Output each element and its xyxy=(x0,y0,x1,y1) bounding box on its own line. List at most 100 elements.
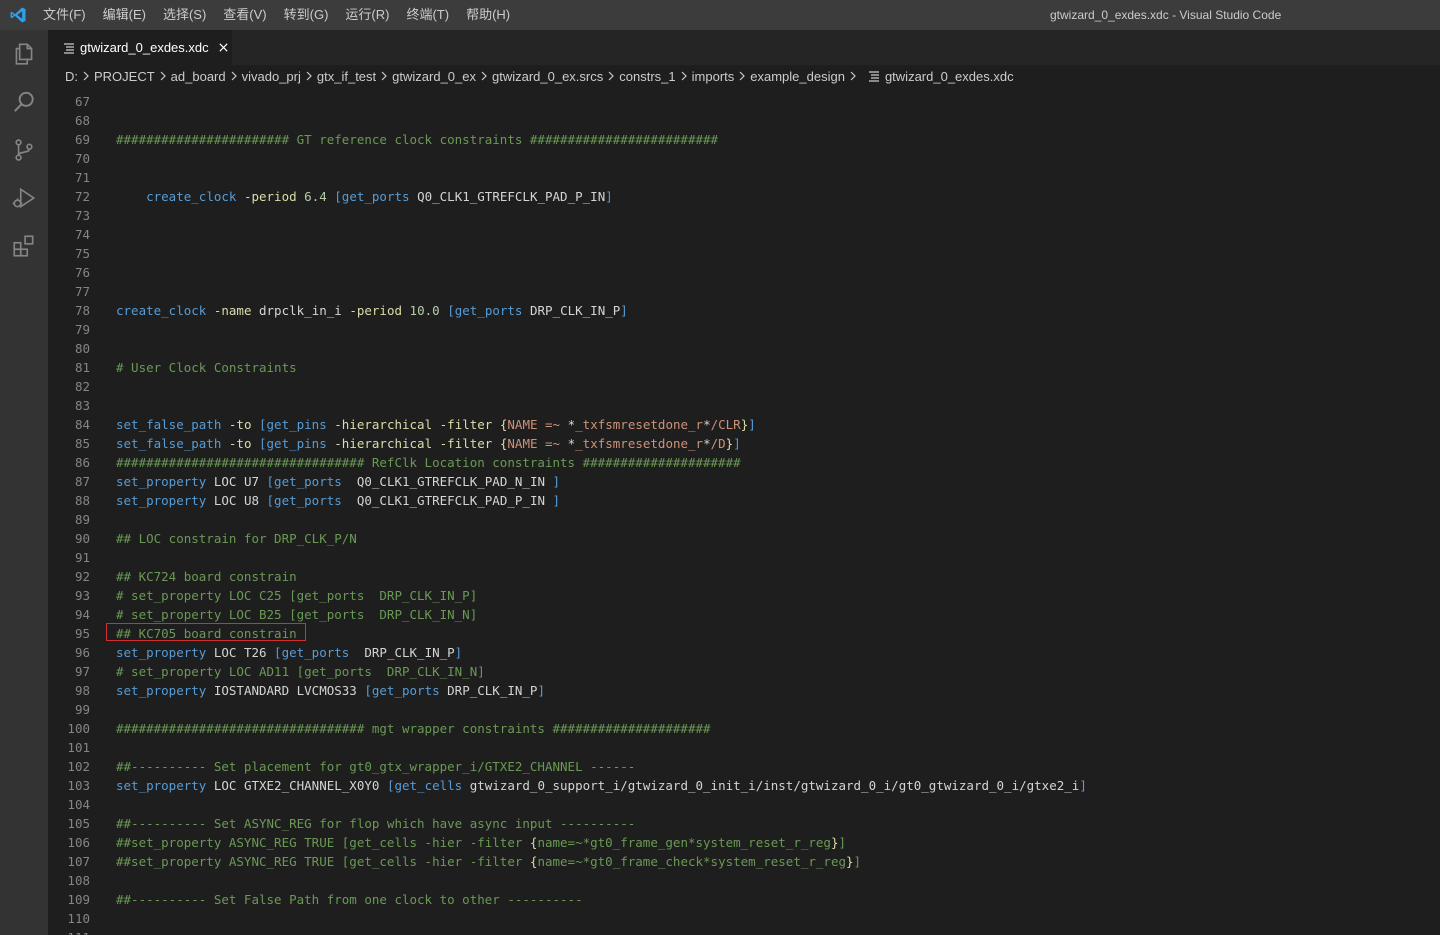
code-line[interactable]: 71 xyxy=(48,168,1440,187)
source-control-icon[interactable] xyxy=(0,126,48,174)
code-token: [get_pins xyxy=(259,417,327,432)
breadcrumb-item[interactable]: PROJECT xyxy=(93,69,156,84)
code-token: name=~*gt0_frame_check*system_reset_r_re… xyxy=(537,854,847,869)
code-text: set_property LOC U8 [get_ports Q0_CLK1_G… xyxy=(116,491,560,510)
line-number: 82 xyxy=(74,379,90,394)
code-line[interactable]: 100 ################################# mgt… xyxy=(48,719,1440,738)
code-token: set_property xyxy=(116,778,207,793)
code-line[interactable]: 106 ##set_property ASYNC_REG TRUE [get_ce… xyxy=(48,833,1440,852)
chevron-right-icon xyxy=(735,65,749,87)
code-line[interactable]: 111 xyxy=(48,928,1440,935)
breadcrumb-file[interactable]: gtwizard_0_exdes.xdc xyxy=(884,69,1015,84)
breadcrumb-item[interactable]: imports xyxy=(691,69,736,84)
code-line[interactable]: 79 xyxy=(48,320,1440,339)
code-token: LOC GTXE2_CHANNEL_X0Y0 xyxy=(206,778,387,793)
extensions-icon[interactable] xyxy=(0,222,48,270)
code-line[interactable]: 94 # set_property LOC B25 [get_ports DRP_… xyxy=(48,605,1440,624)
code-token: name=~*gt0_frame_gen*system_reset_r_reg xyxy=(537,835,831,850)
code-line[interactable]: 78 create_clock -name drpclk_in_i -period… xyxy=(48,301,1440,320)
code-line[interactable]: 98 set_property IOSTANDARD LVCMOS33 [get_… xyxy=(48,681,1440,700)
code-token: # set_property LOC AD11 [get_ports DRP_C… xyxy=(116,664,485,679)
code-line[interactable]: 103 set_property LOC GTXE2_CHANNEL_X0Y0 [… xyxy=(48,776,1440,795)
close-icon[interactable] xyxy=(217,41,231,55)
code-line[interactable]: 75 xyxy=(48,244,1440,263)
breadcrumb-item[interactable]: constrs_1 xyxy=(618,69,676,84)
code-line[interactable]: 91 xyxy=(48,548,1440,567)
menu-file[interactable]: 文件(F) xyxy=(34,0,94,30)
run-debug-icon[interactable] xyxy=(0,174,48,222)
code-line[interactable]: 99 xyxy=(48,700,1440,719)
code-line[interactable]: 82 xyxy=(48,377,1440,396)
code-line[interactable]: 67 xyxy=(48,92,1440,111)
chevron-right-icon xyxy=(677,65,691,87)
code-line[interactable]: 87 set_property LOC U7 [get_ports Q0_CLK1… xyxy=(48,472,1440,491)
code-line[interactable]: 97 # set_property LOC AD11 [get_ports DRP… xyxy=(48,662,1440,681)
line-number: 100 xyxy=(67,721,90,736)
code-line[interactable]: 108 xyxy=(48,871,1440,890)
code-line[interactable]: 90 ## LOC constrain for DRP_CLK_P/N xyxy=(48,529,1440,548)
menu-run[interactable]: 运行(R) xyxy=(336,0,397,30)
line-number: 103 xyxy=(67,778,90,793)
menu-selection[interactable]: 选择(S) xyxy=(154,0,214,30)
code-text: ##---------- Set False Path from one clo… xyxy=(116,890,583,909)
menu-edit[interactable]: 编辑(E) xyxy=(94,0,154,30)
code-line[interactable]: 73 xyxy=(48,206,1440,225)
code-line[interactable]: 70 xyxy=(48,149,1440,168)
code-line[interactable]: 80 xyxy=(48,339,1440,358)
code-token: [get_ports xyxy=(266,474,342,489)
code-line[interactable]: 88 set_property LOC U8 [get_ports Q0_CLK1… xyxy=(48,491,1440,510)
code-token: ##---------- Set ASYNC_REG for flop whic… xyxy=(116,816,636,831)
code-line[interactable]: 76 xyxy=(48,263,1440,282)
breadcrumb-item[interactable]: gtwizard_0_ex xyxy=(391,69,477,84)
code-line[interactable]: 92 ## KC724 board constrain xyxy=(48,567,1440,586)
code-line[interactable]: 77 xyxy=(48,282,1440,301)
search-icon[interactable] xyxy=(0,78,48,126)
menu-view[interactable]: 查看(V) xyxy=(214,0,274,30)
explorer-icon[interactable] xyxy=(0,30,48,78)
code-line[interactable]: 84 set_false_path -to [get_pins -hierarch… xyxy=(48,415,1440,434)
code-line[interactable]: 85 set_false_path -to [get_pins -hierarch… xyxy=(48,434,1440,453)
code-token: ] xyxy=(853,854,862,869)
code-token: ] xyxy=(748,417,756,432)
code-line[interactable]: 89 xyxy=(48,510,1440,529)
line-number: 91 xyxy=(74,550,90,565)
code-editor[interactable]: 67 68 69 ####################### GT referen… xyxy=(48,87,1440,935)
code-line[interactable]: 95 ## KC705 board constrain xyxy=(48,623,1440,643)
breadcrumb-item[interactable]: gtx_if_test xyxy=(316,69,377,84)
code-line[interactable]: 109 ##---------- Set False Path from one … xyxy=(48,890,1440,909)
code-line[interactable]: 81 # User Clock Constraints xyxy=(48,358,1440,377)
menu-go[interactable]: 转到(G) xyxy=(275,0,337,30)
code-text: ##---------- Set placement for gt0_gtx_w… xyxy=(116,757,635,776)
breadcrumb-item[interactable]: example_design xyxy=(749,69,846,84)
code-token: -hierarchical xyxy=(334,436,433,451)
code-line[interactable]: 74 xyxy=(48,225,1440,244)
code-line[interactable]: 72 create_clock -period 6.4 [get_ports Q… xyxy=(48,187,1440,206)
code-token: [get_pins xyxy=(259,436,327,451)
code-token: gtwizard_0_support_i/gtwizard_0_init_i/i… xyxy=(462,778,1080,793)
code-line[interactable]: 68 xyxy=(48,111,1440,130)
menu-help[interactable]: 帮助(H) xyxy=(457,0,518,30)
menu-terminal[interactable]: 终端(T) xyxy=(397,0,457,30)
code-token: Q0_CLK1_GTREFCLK_PAD_P_IN xyxy=(409,189,606,204)
code-line[interactable]: 93 # set_property LOC C25 [get_ports DRP_… xyxy=(48,586,1440,605)
breadcrumb-item[interactable]: D: xyxy=(64,69,79,84)
breadcrumb-item[interactable]: ad_board xyxy=(170,69,227,84)
code-line[interactable]: 86 ################################# RefC… xyxy=(48,453,1440,472)
code-line[interactable]: 107 ##set_property ASYNC_REG TRUE [get_ce… xyxy=(48,852,1440,871)
code-token: ## LOC constrain for DRP_CLK_P/N xyxy=(116,531,357,546)
code-line[interactable]: 69 ####################### GT reference c… xyxy=(48,130,1440,149)
tab-gtwizard-0-exdes[interactable]: gtwizard_0_exdes.xdc xyxy=(48,30,232,65)
code-line[interactable]: 105 ##---------- Set ASYNC_REG for flop w… xyxy=(48,814,1440,833)
code-line[interactable]: 102 ##---------- Set placement for gt0_gt… xyxy=(48,757,1440,776)
code-line[interactable]: 101 xyxy=(48,738,1440,757)
code-line[interactable]: 83 xyxy=(48,396,1440,415)
line-number: 92 xyxy=(74,569,90,584)
code-line[interactable]: 110 xyxy=(48,909,1440,928)
file-lines-icon xyxy=(868,71,879,82)
code-token: set_property xyxy=(116,474,207,489)
breadcrumb-item[interactable]: vivado_prj xyxy=(241,69,302,84)
code-line[interactable]: 104 xyxy=(48,795,1440,814)
breadcrumb-item[interactable]: gtwizard_0_ex.srcs xyxy=(491,69,604,84)
code-token: ## KC724 board constrain xyxy=(116,569,297,584)
code-line[interactable]: 96 set_property LOC T26 [get_ports DRP_CL… xyxy=(48,643,1440,662)
